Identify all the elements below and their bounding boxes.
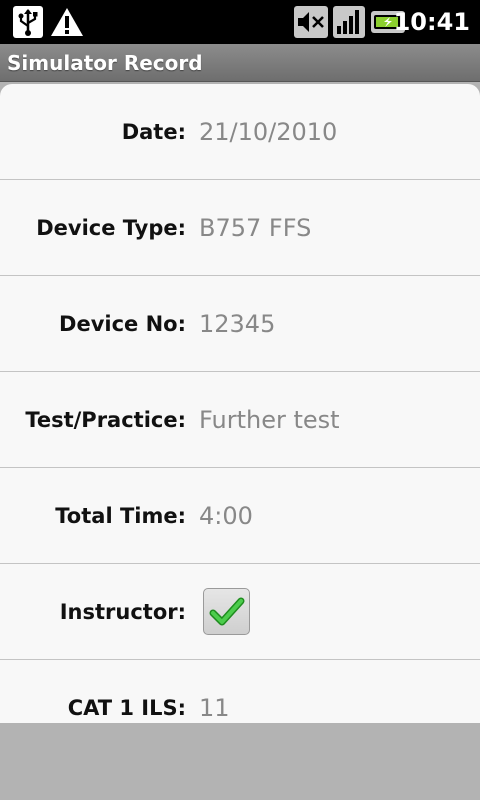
date-value: 21/10/2010 [199,118,338,146]
row-cat1-ils[interactable]: CAT 1 ILS: 11 [0,660,480,723]
clock: 10:41 [393,8,470,36]
screen: 10:41 Simulator Record Date: 21/10/2010 … [0,0,480,800]
device-type-value: B757 FFS [199,214,312,242]
total-time-label: Total Time: [55,504,186,528]
test-practice-value: Further test [199,406,340,434]
app-title: Simulator Record [7,51,203,75]
test-practice-label: Test/Practice: [25,408,186,432]
row-total-time[interactable]: Total Time: 4:00 [0,468,480,564]
signal-icon [333,6,365,38]
device-type-label: Device Type: [36,216,186,240]
bottom-area [0,723,480,800]
row-date[interactable]: Date: 21/10/2010 [0,84,480,180]
total-time-value: 4:00 [199,502,253,530]
device-no-label: Device No: [59,312,186,336]
cat1-ils-label: CAT 1 ILS: [67,696,186,720]
warning-icon [50,6,84,38]
usb-icon [12,6,44,38]
status-bar: 10:41 [0,0,480,44]
mute-icon [294,6,328,38]
row-instructor: Instructor: [0,564,480,660]
checkmark-icon [209,597,244,625]
row-device-no[interactable]: Device No: 12345 [0,276,480,372]
instructor-label: Instructor: [59,600,186,624]
title-bar: Simulator Record [0,44,480,82]
row-test-practice[interactable]: Test/Practice: Further test [0,372,480,468]
date-label: Date: [121,120,186,144]
device-no-value: 12345 [199,310,276,338]
record-form: Date: 21/10/2010 Device Type: B757 FFS D… [0,84,480,723]
instructor-checkbox[interactable] [203,588,250,635]
row-device-type[interactable]: Device Type: B757 FFS [0,180,480,276]
cat1-ils-value: 11 [199,694,230,722]
